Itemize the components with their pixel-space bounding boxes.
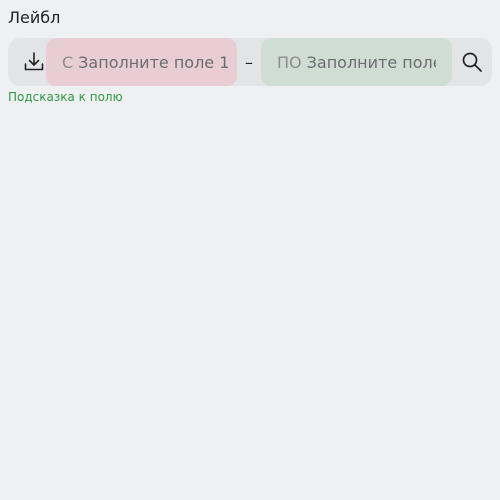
- to-input[interactable]: ПО Заполните поле 2: [261, 38, 452, 86]
- search-icon[interactable]: [456, 46, 488, 78]
- field-label: Лейбл: [8, 8, 61, 27]
- from-input[interactable]: С Заполните поле 1: [46, 38, 237, 86]
- field-hint: Подсказка к полю: [8, 90, 123, 104]
- from-prefix: С: [62, 52, 74, 72]
- to-placeholder: Заполните поле 2: [306, 52, 436, 72]
- range-separator: –: [245, 52, 253, 72]
- from-placeholder: Заполните поле 1: [78, 52, 230, 72]
- to-prefix: ПО: [277, 52, 302, 72]
- date-range-field: С Заполните поле 1 – ПО Заполните поле 2: [8, 38, 492, 86]
